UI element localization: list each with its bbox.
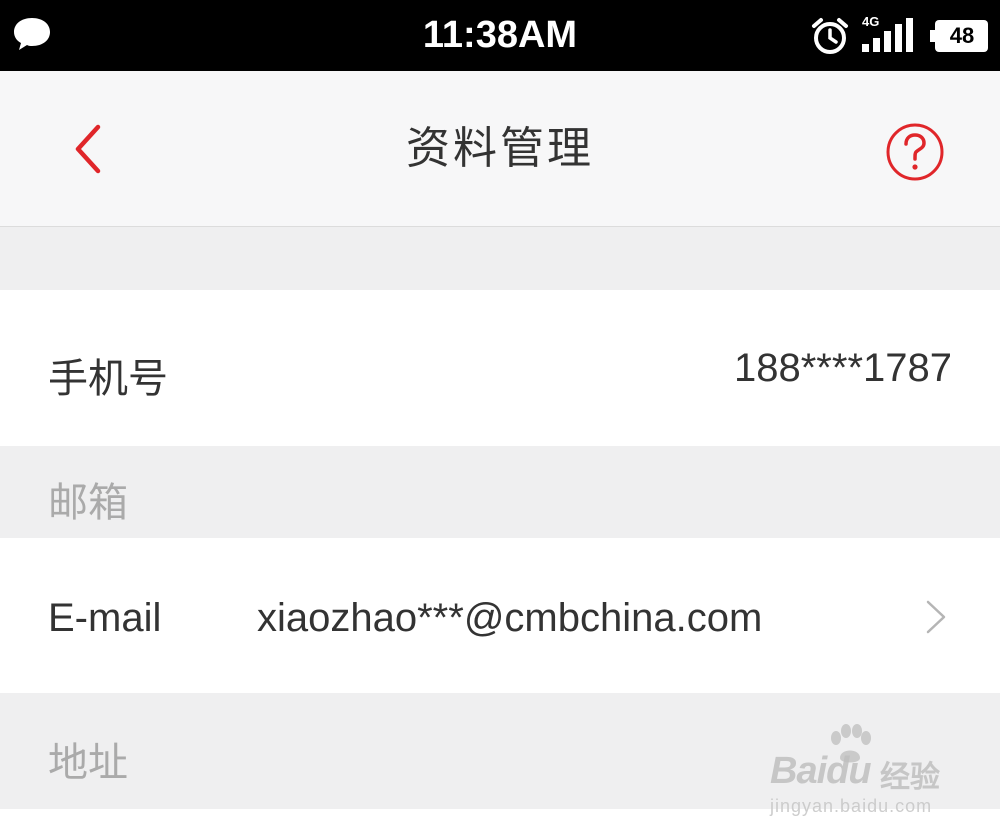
watermark-logo: Baidu: [770, 750, 872, 792]
phone-label: 手机号: [48, 357, 168, 401]
email-row[interactable]: E-mail xiaozhao***@cmbchina.com: [0, 538, 1000, 693]
watermark-brand: 经验: [880, 761, 940, 794]
email-label: E-mail: [48, 596, 162, 640]
email-value: xiaozhao***@cmbchina.com: [257, 596, 763, 640]
help-button[interactable]: [884, 121, 946, 183]
email-section-header: 邮箱: [48, 481, 128, 525]
chevron-right-icon: [926, 600, 946, 634]
watermark-url: jingyan.baidu.com: [770, 796, 933, 816]
alarm-icon: [812, 18, 848, 54]
status-time: 11:38AM: [422, 14, 578, 56]
nav-bar: 资料管理: [0, 71, 1000, 227]
address-section-header: 地址: [48, 741, 128, 785]
status-bar: 11:38AM 4G 48: [0, 0, 1000, 71]
signal-icon: [862, 18, 913, 52]
phone-value: 188****1787: [734, 346, 952, 390]
battery-level: 48: [949, 23, 975, 48]
baidu-watermark: Baidu 经验 jingyan.baidu.com: [760, 724, 960, 824]
phone-row: 手机号 188****1787: [0, 290, 1000, 446]
page-title: 资料管理: [406, 124, 594, 173]
